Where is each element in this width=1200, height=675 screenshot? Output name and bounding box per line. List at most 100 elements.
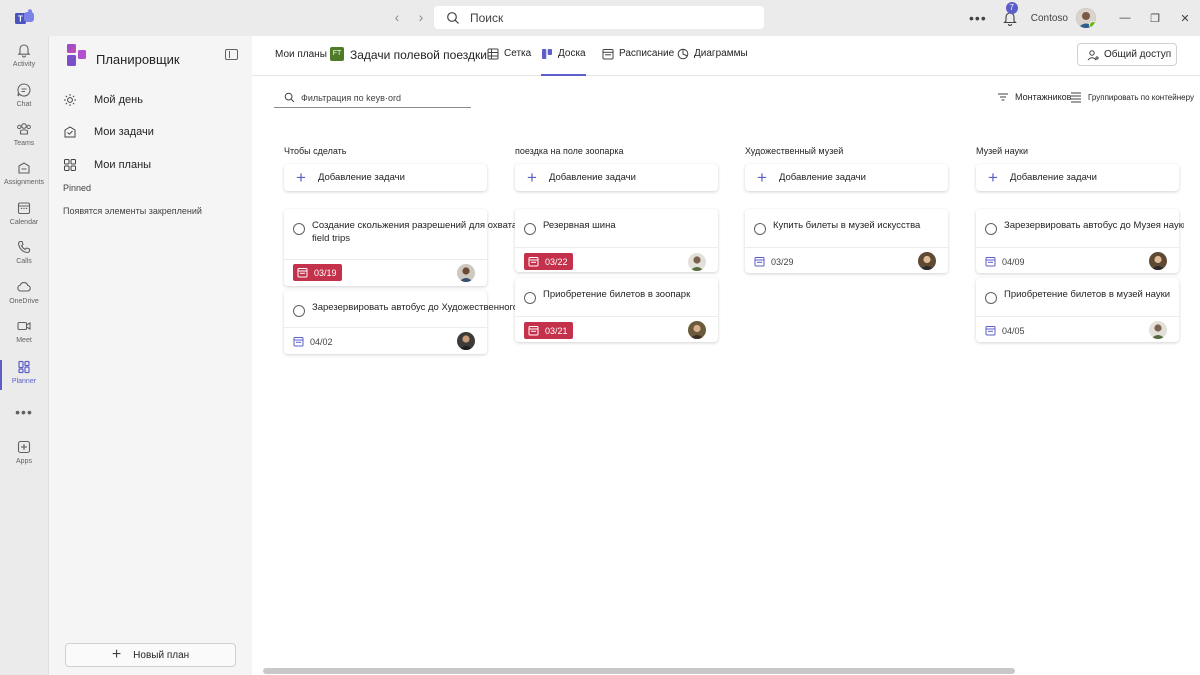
sidebar-item-label: Мои задачи: [94, 126, 154, 138]
teams-logo-icon[interactable]: T: [15, 9, 35, 27]
share-button[interactable]: Общий доступ: [1077, 43, 1177, 66]
task-card[interactable]: Зарезервировать автобус до Музея науки 0…: [976, 209, 1184, 273]
assignee-filter-button[interactable]: Монтажников: [997, 91, 1071, 103]
tab-charts[interactable]: Диаграммы: [677, 48, 748, 76]
filter-lines-icon: [998, 93, 1008, 101]
rail-item-assignments[interactable]: Assignments: [0, 157, 48, 197]
sidebar-item-my-tasks[interactable]: Мои задачи: [63, 120, 154, 144]
breadcrumb[interactable]: Мои планы &: [275, 49, 336, 60]
keyword-filter-input[interactable]: Фильтрация по keyв·ord: [274, 88, 471, 108]
task-card[interactable]: Приобретение билетов в музей науки 04/05: [976, 278, 1179, 342]
rail-item-activity[interactable]: Activity: [0, 39, 48, 79]
task-card[interactable]: Резервная шина 03/22: [515, 209, 718, 272]
task-card[interactable]: Приобретение билетов в зоопарк 03/21: [515, 278, 718, 342]
more-options-icon[interactable]: •••: [969, 10, 987, 26]
rail-label: Planner: [11, 378, 37, 385]
apps-icon: [17, 440, 31, 454]
titlebar-right: ••• 7 Contoso — ❐ ✕: [969, 0, 1200, 36]
complete-task-checkbox[interactable]: [293, 223, 305, 235]
restore-icon[interactable]: ❐: [1140, 12, 1170, 25]
planner-sidebar: Планировщик Мой день Мои задачи Мои план…: [48, 36, 252, 675]
user-avatar[interactable]: [1076, 8, 1096, 28]
sidebar-item-my-plans[interactable]: Мои планы: [63, 153, 151, 177]
collapse-sidebar-icon[interactable]: [225, 49, 238, 60]
rail-item-meet[interactable]: Meet: [0, 315, 48, 355]
complete-task-checkbox[interactable]: [293, 305, 305, 317]
rail-label: Meet: [16, 337, 32, 344]
rail-label: Teams: [13, 140, 35, 147]
notification-badge: 7: [1005, 2, 1018, 14]
due-date: 03/22: [545, 256, 568, 267]
complete-task-checkbox[interactable]: [524, 223, 536, 235]
complete-task-checkbox[interactable]: [985, 292, 997, 304]
more-apps-icon[interactable]: •••: [0, 404, 48, 420]
forward-arrow-icon[interactable]: ›: [414, 9, 428, 25]
calendar-icon: [985, 257, 996, 267]
assignee-filter-label: Монтажников: [1015, 92, 1072, 102]
card-divider: [515, 247, 718, 248]
bucket-title[interactable]: Чтобы сделать: [284, 146, 346, 156]
minimize-icon[interactable]: —: [1110, 12, 1140, 24]
filter-placeholder: Фильтрация по keyв·ord: [301, 92, 401, 103]
close-icon[interactable]: ✕: [1170, 12, 1200, 25]
tab-board[interactable]: Доска: [541, 48, 586, 76]
tab-grid[interactable]: Сетка: [487, 48, 531, 76]
schedule-icon: [602, 49, 614, 60]
planner-logo-icon: [67, 44, 86, 66]
new-plan-button[interactable]: + Новый план: [65, 643, 236, 667]
sidebar-item-my-day[interactable]: Мой день: [63, 88, 143, 112]
add-task-button[interactable]: + Добавление задачи: [515, 164, 718, 191]
title-bar: T ‹ › Поиск ••• 7 Contoso — ❐ ✕: [0, 0, 1200, 36]
assignee-avatar[interactable]: [688, 253, 706, 271]
assignee-avatar[interactable]: [918, 252, 936, 270]
task-card[interactable]: Создание скольжения разрешений для охват…: [284, 209, 539, 286]
add-task-button[interactable]: + Добавление задачи: [976, 164, 1179, 191]
plus-icon: +: [527, 167, 537, 187]
horizontal-scrollbar[interactable]: [263, 668, 1015, 674]
rail-item-onedrive[interactable]: OneDrive: [0, 276, 48, 316]
complete-task-checkbox[interactable]: [524, 292, 536, 304]
search-placeholder: Поиск: [470, 10, 504, 25]
add-task-button[interactable]: + Добавление задачи: [284, 164, 487, 191]
tab-schedule[interactable]: Расписание: [602, 48, 674, 76]
assignee-avatar[interactable]: [1149, 252, 1167, 270]
rail-item-calendar[interactable]: Calendar: [0, 197, 48, 237]
search-icon: [447, 11, 459, 24]
search-input[interactable]: Поиск: [434, 6, 764, 29]
assignee-avatar[interactable]: [457, 264, 475, 282]
notifications-button[interactable]: 7: [1001, 2, 1019, 27]
bucket-title[interactable]: Музей науки: [976, 146, 1028, 156]
group-by-button[interactable]: Группировать по контейнеру: [1070, 91, 1194, 103]
bucket-title[interactable]: поездка на поле зоопарка: [515, 146, 623, 156]
plan-title[interactable]: Задачи полевой поездки: [350, 48, 487, 62]
phone-icon: [17, 240, 31, 254]
rail-item-teams[interactable]: Teams: [0, 118, 48, 158]
grid-view-icon: [487, 48, 499, 60]
task-card[interactable]: Купить билеты в музей искусства 03/29: [745, 209, 948, 273]
svg-text:T: T: [18, 15, 23, 24]
assignee-avatar[interactable]: [457, 332, 475, 350]
due-date-badge: 04/02: [293, 333, 333, 350]
bucket-title[interactable]: Художественный музей: [745, 146, 843, 156]
due-date-badge: 03/19: [293, 264, 342, 281]
complete-task-checkbox[interactable]: [754, 223, 766, 235]
rail-item-chat[interactable]: Chat: [0, 79, 48, 119]
add-task-button[interactable]: + Добавление задачи: [745, 164, 948, 191]
task-card[interactable]: Зарезервировать автобус до Художественно…: [284, 291, 547, 354]
calendar-icon: [293, 337, 304, 347]
rail-item-apps[interactable]: Apps: [0, 436, 48, 476]
pinned-empty-text: Появятся элементы закреплений: [63, 206, 202, 216]
rail-item-planner[interactable]: Planner: [0, 356, 48, 396]
search-icon: [284, 92, 295, 103]
history-nav: ‹ ›: [390, 9, 428, 25]
complete-task-checkbox[interactable]: [985, 223, 997, 235]
assignee-avatar[interactable]: [1149, 321, 1167, 339]
rail-item-calls[interactable]: Calls: [0, 236, 48, 276]
due-date-badge: 03/29: [754, 253, 794, 270]
board-icon: [542, 49, 552, 59]
group-by-label: Группировать по контейнеру: [1088, 92, 1194, 102]
back-arrow-icon[interactable]: ‹: [390, 9, 404, 25]
add-task-label: Добавление задачи: [548, 172, 636, 183]
add-task-label: Добавление задачи: [778, 172, 866, 183]
assignee-avatar[interactable]: [688, 321, 706, 339]
